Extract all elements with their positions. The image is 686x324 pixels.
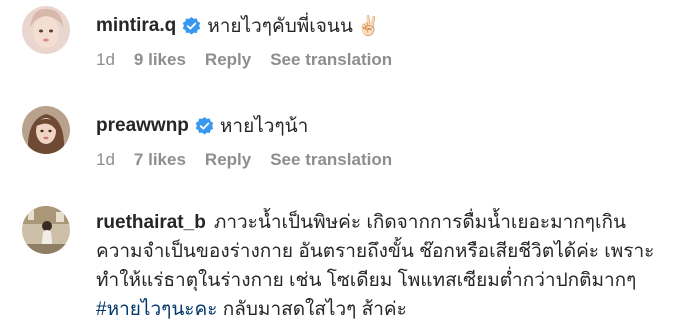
verified-badge-icon bbox=[195, 116, 214, 136]
avatar[interactable] bbox=[22, 106, 70, 154]
see-translation-button[interactable]: See translation bbox=[270, 50, 392, 70]
comment-text: หายไวๆคับพี่เจนน bbox=[207, 16, 353, 37]
comment-text: หายไวๆน้า bbox=[219, 116, 309, 137]
see-translation-button[interactable]: See translation bbox=[270, 150, 392, 170]
username[interactable]: preawwnp bbox=[96, 115, 189, 137]
avatar[interactable] bbox=[22, 206, 70, 254]
reply-button[interactable]: Reply bbox=[205, 150, 251, 170]
comment-meta: 1d 9 likes Reply See translation bbox=[96, 50, 411, 70]
verified-badge-icon bbox=[182, 16, 201, 36]
username[interactable]: ruethairat_b bbox=[96, 212, 206, 233]
avatar[interactable] bbox=[22, 6, 70, 54]
comment-header: preawwnp หายไวๆน้า bbox=[96, 111, 308, 141]
likes-count[interactable]: 9 likes bbox=[134, 50, 186, 70]
timestamp[interactable]: 1d bbox=[96, 150, 115, 170]
comment-meta: 1d 7 likes Reply See translation bbox=[96, 150, 411, 170]
username[interactable]: mintira.q bbox=[96, 15, 176, 37]
timestamp[interactable]: 1d bbox=[96, 50, 115, 70]
comment-header: mintira.q หายไวๆคับพี่เจนน ✌🏻 bbox=[96, 11, 381, 41]
reply-button[interactable]: Reply bbox=[205, 50, 251, 70]
victory-hand-emoji: ✌🏻 bbox=[356, 16, 381, 37]
likes-count[interactable]: 7 likes bbox=[134, 150, 186, 170]
comment-body: ruethairat_b ภาวะน้ำเป็นพิษค่ะ เกิดจากการ… bbox=[96, 208, 671, 324]
